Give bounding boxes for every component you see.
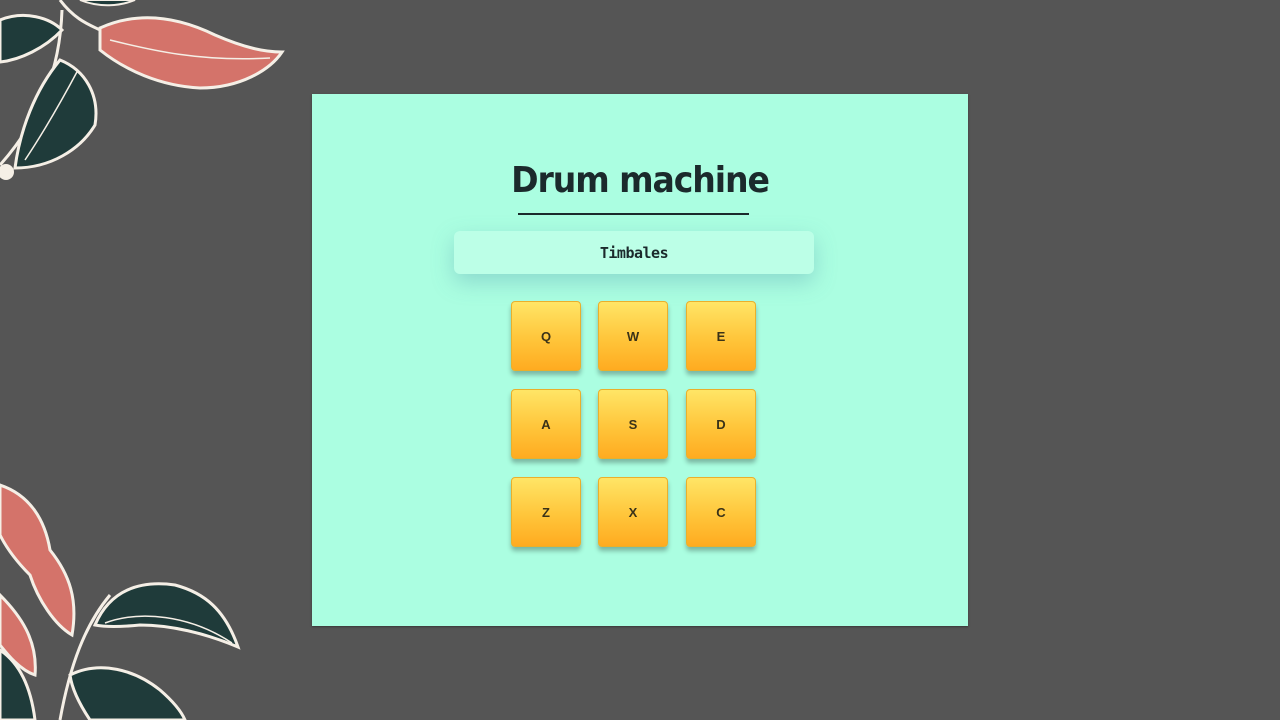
sound-display-text: Timbales xyxy=(599,243,669,262)
drum-pad-s[interactable]: S xyxy=(598,389,668,459)
title-underline xyxy=(518,213,749,215)
drum-pad-q[interactable]: Q xyxy=(511,301,581,371)
leaf-decoration-top xyxy=(0,0,285,180)
drum-pad-grid: Q W E A S D Z X C xyxy=(511,301,756,548)
drum-pad-c[interactable]: C xyxy=(686,477,756,547)
drum-pad-x[interactable]: X xyxy=(598,477,668,547)
drum-pad-e[interactable]: E xyxy=(686,301,756,371)
sound-display: Timbales xyxy=(454,231,814,274)
drum-pad-z[interactable]: Z xyxy=(511,477,581,547)
page-title: Drum machine xyxy=(511,160,770,201)
page: Drum machine Timbales Q W E A S D Z X C xyxy=(0,0,1280,720)
drum-pad-w[interactable]: W xyxy=(598,301,668,371)
leaf-decoration-bottom xyxy=(0,483,241,720)
drum-pad-a[interactable]: A xyxy=(511,389,581,459)
drum-pad-d[interactable]: D xyxy=(686,389,756,459)
